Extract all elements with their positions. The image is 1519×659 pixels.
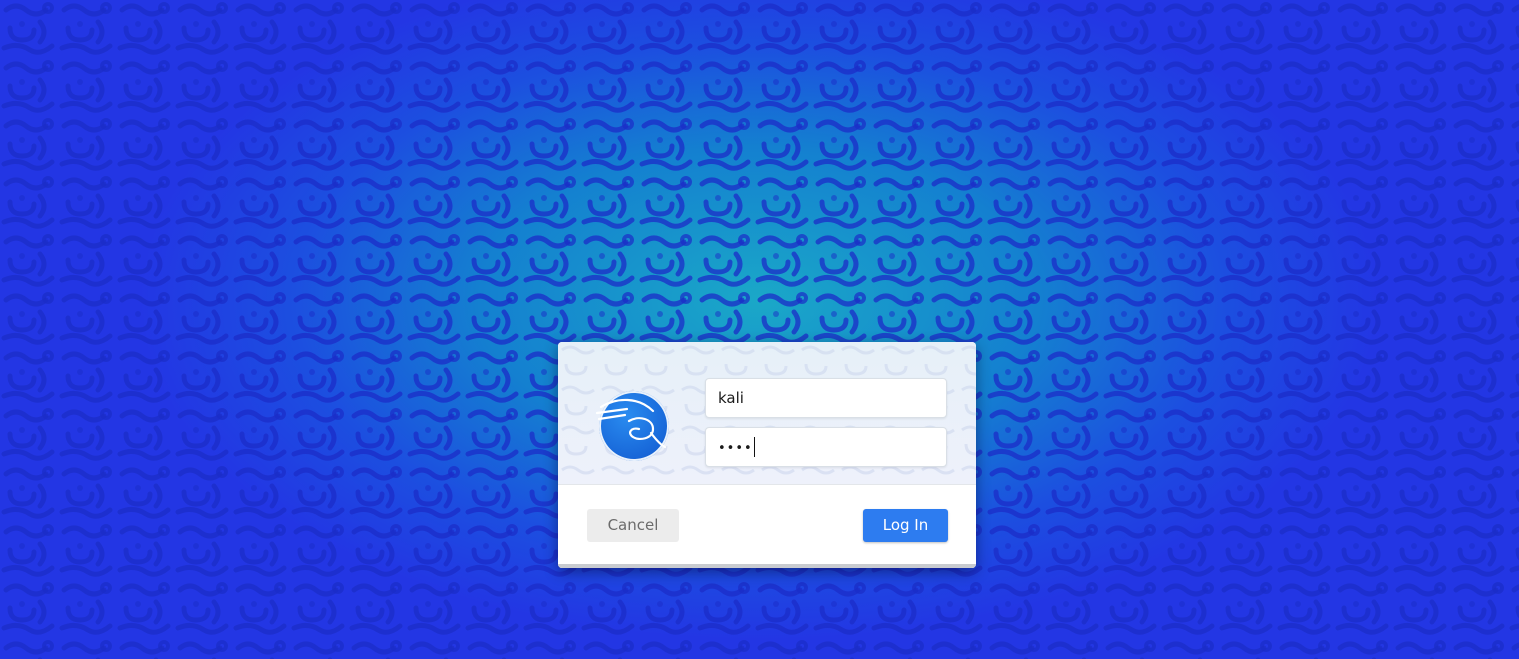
login-screen: kali •••• Cancel Log In	[0, 0, 1519, 659]
user-avatar	[595, 391, 669, 461]
login-button[interactable]: Log In	[863, 509, 948, 542]
username-value: kali	[718, 389, 744, 407]
dialog-header-area: kali ••••	[558, 342, 976, 484]
cancel-button[interactable]: Cancel	[587, 509, 679, 542]
username-field[interactable]: kali	[705, 378, 947, 418]
dialog-actions: Cancel Log In	[558, 484, 976, 568]
kali-dragon-logo-icon	[595, 398, 667, 449]
dialog-bottom-border	[558, 564, 976, 568]
text-caret	[753, 436, 755, 457]
password-masked-value: ••••	[718, 441, 753, 456]
login-dialog: kali •••• Cancel Log In	[558, 342, 976, 568]
password-field[interactable]: ••••	[705, 427, 947, 467]
